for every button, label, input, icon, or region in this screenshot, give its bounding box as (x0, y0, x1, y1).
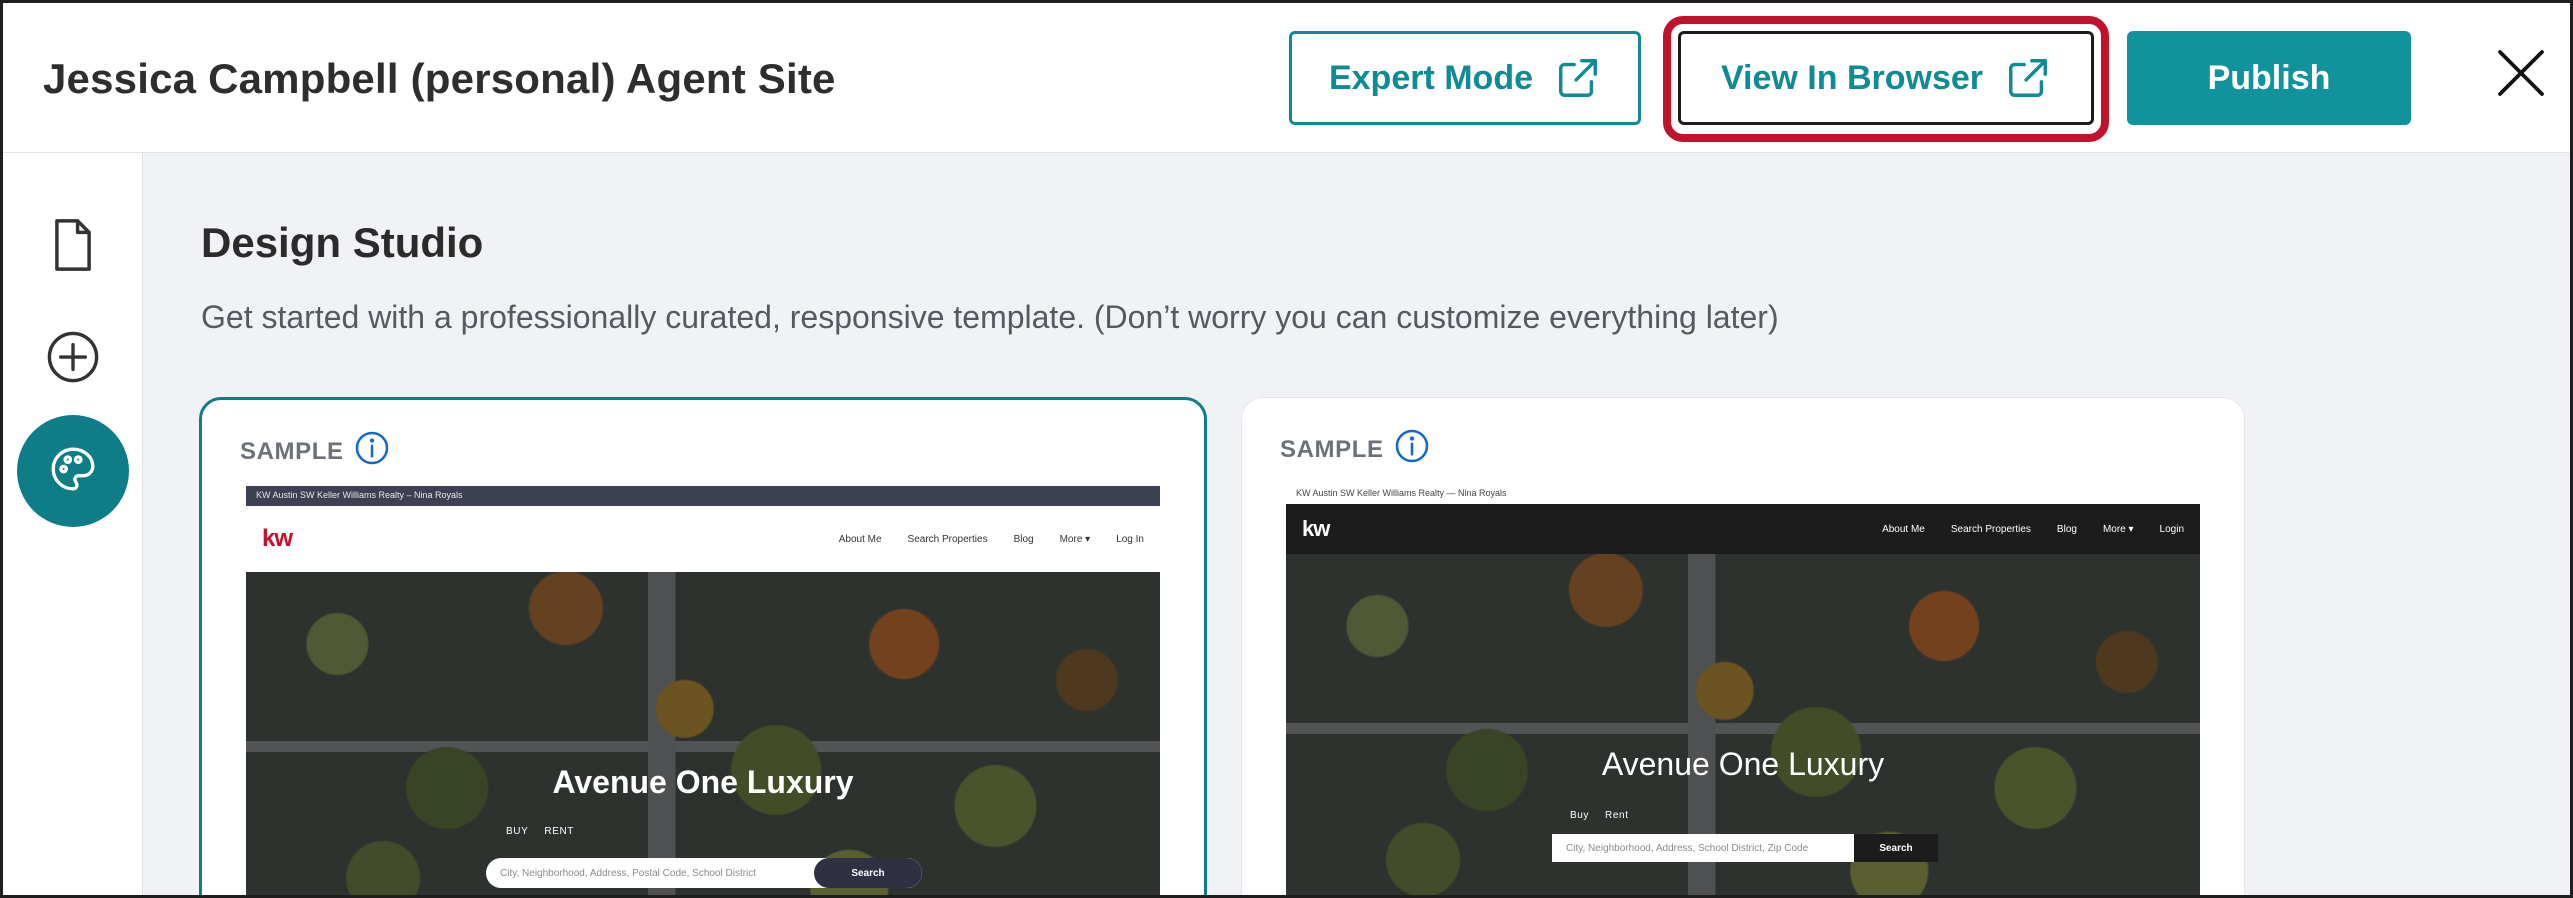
plus-circle-icon (46, 330, 100, 389)
external-link-icon (2005, 55, 2051, 101)
expert-mode-label: Expert Mode (1328, 58, 1534, 97)
close-button[interactable] (2489, 43, 2553, 107)
preview-nav-link: Login (2159, 523, 2184, 535)
info-icon[interactable] (1384, 428, 1430, 471)
preview-topbar: KW Austin SW Keller Williams Realty – Ni… (246, 486, 1160, 506)
preview-search: City, Neighborhood, Address, School Dist… (1552, 834, 1938, 862)
preview-search-placeholder: City, Neighborhood, Address, Postal Code… (500, 867, 757, 879)
preview-hero-title: Avenue One Luxury (1601, 746, 1885, 782)
preview-tab: BUY (506, 826, 529, 837)
card-label: SAMPLE (240, 430, 390, 473)
preview-nav-link: Search Properties (907, 533, 988, 545)
preview-nav-link: More ▾ (1059, 533, 1091, 545)
top-bar: Jessica Campbell (personal) Agent Site E… (3, 3, 2570, 153)
hero-aerial-image (246, 572, 1160, 895)
left-sidebar (3, 153, 143, 895)
preview-nav-link: Log In (1116, 533, 1144, 545)
publish-button[interactable]: Publish (2127, 31, 2411, 125)
preview-nav-links: About Me Search Properties Blog More ▾ L… (1882, 524, 2184, 535)
card-label: SAMPLE (1280, 428, 1430, 471)
template-preview: KW Austin SW Keller Williams Realty — Ni… (1286, 484, 2200, 895)
page-title: Design Studio (201, 219, 484, 266)
preview-nav: kw About Me Search Properties Blog More … (1286, 504, 2200, 554)
preview-nav-link: About Me (838, 533, 882, 545)
sidebar-item-add[interactable] (43, 329, 103, 389)
preview-nav-link: Blog (1013, 533, 1034, 545)
template-card-1[interactable]: SAMPLE KW Austin SW Keller Williams Real… (199, 397, 1207, 895)
preview-topbar: KW Austin SW Keller Williams Realty — Ni… (1286, 484, 2200, 504)
template-card-2[interactable]: SAMPLE KW Austin SW Keller Williams Real… (1241, 397, 2245, 895)
external-link-icon (1555, 55, 1601, 101)
preview-search-button: Search (814, 858, 922, 888)
preview-tabs: Buy Rent (1570, 810, 1629, 821)
view-in-browser-label: View In Browser (1720, 58, 1984, 97)
sidebar-item-pages[interactable] (43, 217, 103, 277)
palette-icon (48, 444, 98, 499)
preview-nav-link: Blog (2056, 523, 2077, 535)
view-in-browser-button[interactable]: View In Browser (1678, 31, 2094, 125)
kw-logo: kw (1302, 516, 1330, 541)
kw-logo: kw (262, 525, 293, 552)
preview-hero-title: Avenue One Luxury (552, 764, 854, 800)
preview-search-placeholder: City, Neighborhood, Address, School Dist… (1566, 842, 1809, 854)
preview-tab: RENT (544, 826, 574, 837)
preview-nav-links: About Me Search Properties Blog More ▾ L… (839, 534, 1144, 545)
preview-tabs: BUY RENT (506, 826, 574, 837)
preview-tab: Buy (1570, 810, 1590, 821)
close-icon (2493, 45, 2549, 106)
site-title: Jessica Campbell (personal) Agent Site (43, 55, 836, 102)
preview-search: City, Neighborhood, Address, Postal Code… (486, 858, 922, 888)
template-preview: KW Austin SW Keller Williams Realty – Ni… (246, 486, 1160, 895)
sample-label: SAMPLE (1280, 435, 1384, 463)
info-icon[interactable] (344, 430, 390, 473)
preview-search-button: Search (1854, 834, 1938, 862)
preview-nav: kw About Me Search Properties Blog More … (246, 506, 1160, 572)
page-subtitle: Get started with a professionally curate… (201, 299, 1779, 335)
preview-nav-link: About Me (1882, 523, 1925, 535)
preview-nav-link: Search Properties (1950, 523, 2031, 535)
preview-nav-link: More ▾ (2102, 523, 2134, 535)
app-window: Jessica Campbell (personal) Agent Site E… (0, 0, 2573, 898)
sidebar-item-design[interactable] (17, 415, 129, 527)
document-icon (50, 217, 96, 278)
sample-label: SAMPLE (240, 437, 344, 465)
preview-tab: Rent (1605, 810, 1629, 821)
expert-mode-button[interactable]: Expert Mode (1289, 31, 1641, 125)
